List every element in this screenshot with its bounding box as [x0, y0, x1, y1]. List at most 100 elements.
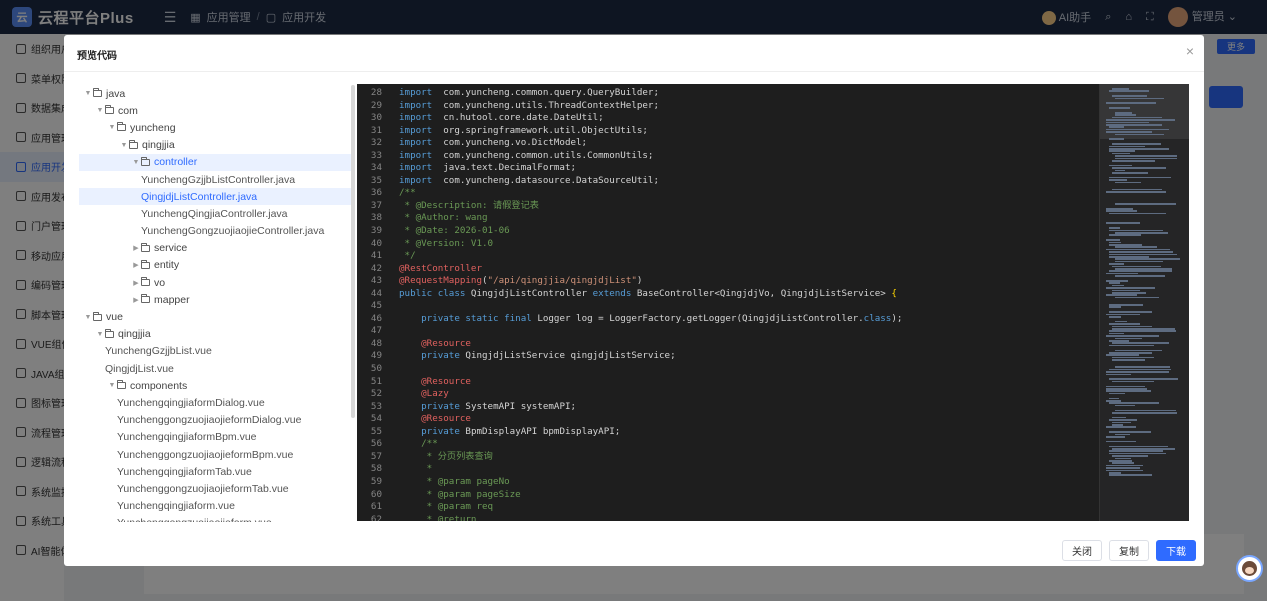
- tree-file[interactable]: YunchenggongzuojiaojieformDialog.vue: [79, 412, 355, 429]
- code-text: * @Date: 2026-01-06: [382, 225, 510, 238]
- minimap-line: [1106, 313, 1141, 316]
- tree-file[interactable]: YunchengqingjiaformTab.vue: [79, 463, 355, 480]
- code-token: @Resource: [421, 375, 471, 387]
- tree-folder[interactable]: ▼ vue: [79, 308, 355, 325]
- minimap-line: [1112, 325, 1152, 328]
- code-text: import org.springframework.util.ObjectUt…: [382, 125, 648, 138]
- tree-folder[interactable]: ▶ vo: [79, 274, 355, 291]
- code-token: /**: [399, 187, 416, 199]
- code-line: 60 * @param pageSize: [357, 489, 1097, 502]
- minimap-line: [1109, 90, 1150, 92]
- caret-right-icon[interactable]: ▶: [131, 296, 141, 304]
- tree-folder[interactable]: ▼ java: [79, 85, 355, 102]
- code-viewer[interactable]: 28 import com.yuncheng.common.query.Query…: [357, 84, 1189, 521]
- download-button[interactable]: 下载: [1156, 540, 1196, 561]
- tree-node-label: QingjdjListController.java: [141, 190, 258, 203]
- tree-file[interactable]: Yunchengqingjiaform.vue: [79, 498, 355, 515]
- copy-button[interactable]: 复制: [1109, 540, 1149, 561]
- tree-folder[interactable]: ▶ entity: [79, 257, 355, 274]
- code-text: * @Description: 请假登记表: [382, 200, 539, 213]
- code-line: 59 * @param pageNo: [357, 476, 1097, 489]
- minimap-line: [1112, 448, 1176, 450]
- tree-file[interactable]: YunchengGzjjbListController.java: [79, 171, 355, 188]
- caret-down-icon[interactable]: ▼: [95, 331, 105, 338]
- code-lines: 28 import com.yuncheng.common.query.Query…: [357, 87, 1097, 521]
- minimap-line: [1106, 440, 1136, 443]
- code-line: 45: [357, 300, 1097, 313]
- code-line: 30 import cn.hutool.core.date.DateUtil;: [357, 112, 1097, 125]
- minimap-line: [1109, 304, 1144, 306]
- code-token: * @Version: V1.0: [399, 237, 494, 249]
- caret-down-icon[interactable]: ▼: [95, 107, 105, 114]
- tree-node-label: com: [118, 104, 138, 117]
- tree-file[interactable]: YunchengqingjiaformDialog.vue: [79, 394, 355, 411]
- code-text: @RequestMapping("/api/qingjjia/qingjdjLi…: [382, 275, 642, 288]
- tree-folder[interactable]: ▼ qingjjia: [79, 137, 355, 154]
- code-token: private: [421, 350, 460, 362]
- line-number: 35: [370, 174, 382, 186]
- line-number: 34: [370, 162, 382, 174]
- code-line: 37 * @Description: 请假登记表: [357, 200, 1097, 213]
- code-token: extends: [592, 287, 632, 299]
- minimap-line: [1109, 332, 1125, 335]
- caret-down-icon[interactable]: ▼: [83, 90, 93, 97]
- code-token: QingjdjListController: [465, 287, 593, 299]
- tree-folder[interactable]: ▶ service: [79, 240, 355, 257]
- minimap-line: [1106, 464, 1144, 467]
- tree-file[interactable]: YunchenggongzuojiaojieformTab.vue: [79, 480, 355, 497]
- tree-folder[interactable]: ▼ controller: [79, 153, 355, 171]
- minimap-line: [1106, 124, 1163, 126]
- tree-scrollbar[interactable]: [351, 85, 355, 418]
- caret-right-icon[interactable]: ▶: [131, 279, 141, 287]
- folder-icon: [117, 122, 126, 132]
- line-number: 56: [370, 438, 382, 450]
- caret-right-icon[interactable]: ▶: [131, 244, 141, 252]
- minimap-line: [1106, 400, 1122, 402]
- code-line: 44 public class QingjdjListController ext…: [357, 288, 1097, 301]
- tree-node-label: YunchenggongzuojiaojieformDialog.vue: [117, 414, 302, 427]
- tree-file[interactable]: QingjdjList.vue: [79, 360, 355, 377]
- tree-file[interactable]: YunchengGongzuojiaojieController.java: [79, 223, 355, 240]
- caret-down-icon[interactable]: ▼: [107, 382, 117, 389]
- minimap-line: [1112, 167, 1167, 169]
- caret-down-icon[interactable]: ▼: [107, 124, 117, 131]
- tree-file[interactable]: YunchenggongzuojiaojieformBpm.vue: [79, 446, 355, 463]
- tree-folder[interactable]: ▶ mapper: [79, 291, 355, 308]
- code-line: 58 *: [357, 463, 1097, 476]
- tree-folder[interactable]: ▼ yuncheng: [79, 119, 355, 136]
- caret-down-icon[interactable]: ▼: [119, 142, 129, 149]
- code-text: private BpmDisplayAPI bpmDisplayAPI;: [382, 426, 620, 439]
- tree-file[interactable]: YunchengGzjjbList.vue: [79, 343, 355, 360]
- tree-file[interactable]: Yunchenggongzuojiaojieform.vue: [79, 515, 355, 522]
- close-button[interactable]: 关闭: [1062, 540, 1102, 561]
- assistant-float-button[interactable]: [1236, 555, 1263, 582]
- caret-down-icon[interactable]: ▼: [131, 159, 141, 166]
- tree-file[interactable]: QingjdjListController.java: [79, 188, 355, 206]
- caret-right-icon[interactable]: ▶: [131, 261, 141, 269]
- code-token: QingjdjListService qingjdjListService;: [459, 350, 676, 362]
- code-token: * @param req: [421, 501, 494, 513]
- tree-folder[interactable]: ▼ com: [79, 102, 355, 119]
- line-number: 48: [370, 337, 382, 349]
- minimap-line: [1106, 119, 1176, 121]
- tree-file[interactable]: YunchengqingjiaformBpm.vue: [79, 429, 355, 446]
- code-token: import: [399, 99, 433, 111]
- caret-down-icon[interactable]: ▼: [83, 314, 93, 321]
- tree-folder[interactable]: ▼ qingjjia: [79, 326, 355, 343]
- minimap-line: [1109, 244, 1142, 246]
- minimap-line: [1115, 232, 1169, 234]
- minimap-line: [1115, 112, 1133, 114]
- minimap-line: [1106, 371, 1170, 373]
- code-minimap[interactable]: [1099, 84, 1189, 521]
- line-number: 44: [370, 287, 382, 299]
- tree-file[interactable]: YunchengQingjiaController.java: [79, 205, 355, 222]
- tree-folder[interactable]: ▼ components: [79, 377, 355, 394]
- code-line: 57 * 分页列表查询: [357, 451, 1097, 464]
- line-number: 33: [370, 149, 382, 161]
- close-icon[interactable]: ×: [1186, 43, 1194, 59]
